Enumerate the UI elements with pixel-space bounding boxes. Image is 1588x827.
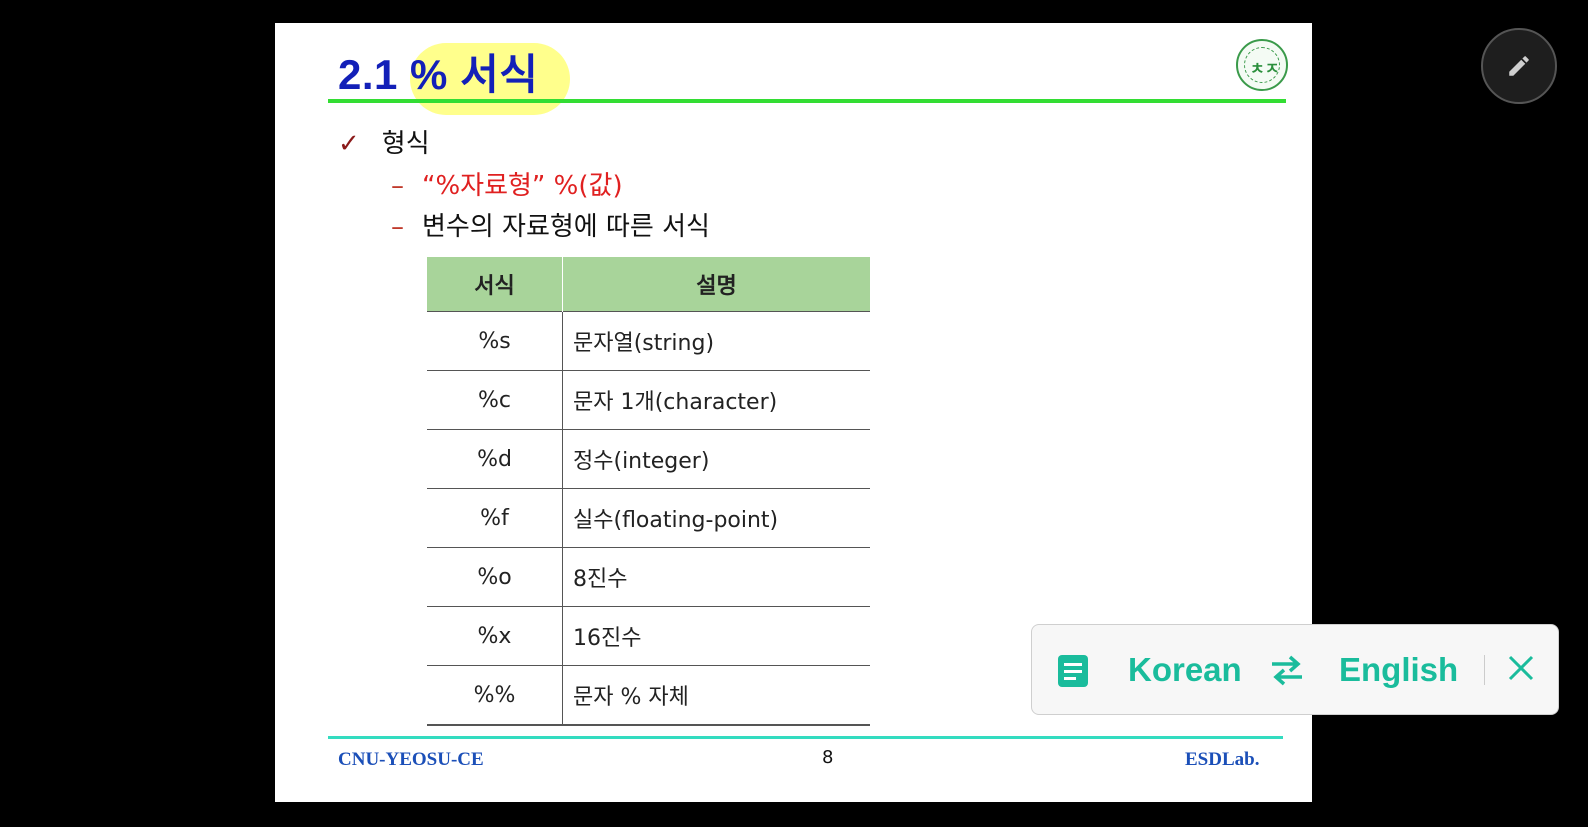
footer-rule (328, 736, 1283, 739)
description-cell: 8진수 (562, 547, 870, 607)
syntax-text: “%자료형” %(값) (422, 171, 623, 201)
description-cell: 문자열(string) (562, 311, 870, 371)
dash-bullet-icon: – (391, 212, 404, 242)
column-header-description: 설명 (562, 257, 870, 312)
format-cell: %% (427, 665, 563, 726)
description-cell: 16진수 (562, 606, 870, 666)
translate-document-icon[interactable] (1056, 653, 1090, 694)
description-cell: 문자 1개(character) (562, 370, 870, 430)
column-header-format: 서식 (427, 257, 563, 312)
bullet-format: ✓ 형식 (338, 123, 430, 160)
sub-item-description: – 변수의 자료형에 따른 서식 (391, 206, 710, 243)
university-logo: ㅊㅈ (1236, 39, 1288, 91)
pen-annotation-button[interactable] (1481, 28, 1557, 104)
table-row: %d 정수(integer) (427, 429, 870, 489)
description-cell: 문자 % 자체 (562, 665, 870, 726)
format-cell: %o (427, 547, 563, 607)
source-language-button[interactable]: Korean (1128, 651, 1242, 689)
translate-bar: Korean English (1031, 624, 1559, 715)
description-cell: 실수(floating-point) (562, 488, 870, 548)
bullet-label: 형식 (381, 129, 430, 159)
table-header-row: 서식 설명 (427, 257, 870, 312)
table-row: %c 문자 1개(character) (427, 370, 870, 430)
table-row: %o 8진수 (427, 547, 870, 607)
table-row: %x 16진수 (427, 606, 870, 666)
description-text: 변수의 자료형에 따른 서식 (422, 212, 710, 242)
toolbar-divider (1484, 655, 1485, 685)
logo-mark: ㅊㅈ (1250, 61, 1280, 78)
table-row: %% 문자 % 자체 (427, 665, 870, 726)
table-row: %s 문자열(string) (427, 311, 870, 371)
format-cell: %f (427, 488, 563, 548)
format-cell: %d (427, 429, 563, 489)
pencil-icon (1509, 56, 1529, 76)
description-cell: 정수(integer) (562, 429, 870, 489)
footer-left-text: CNU-YEOSU-CE (338, 749, 484, 770)
slide-title: 2.1 % 서식 (338, 51, 539, 98)
format-cell: %s (427, 311, 563, 371)
format-cell: %c (427, 370, 563, 430)
footer-right-text: ESDLab. (1185, 749, 1260, 770)
dash-bullet-icon: – (391, 171, 404, 201)
checkmark-icon: ✓ (338, 129, 360, 159)
close-icon[interactable] (1506, 653, 1536, 688)
format-table: 서식 설명 %s 문자열(string) %c 문자 1개(character)… (427, 257, 870, 726)
format-cell: %x (427, 606, 563, 666)
target-language-button[interactable]: English (1339, 651, 1458, 689)
sub-item-syntax: – “%자료형” %(값) (391, 165, 623, 202)
table-row: %f 실수(floating-point) (427, 488, 870, 548)
title-underline (328, 99, 1286, 103)
swap-languages-icon[interactable] (1268, 653, 1306, 692)
page-number: 8 (822, 747, 834, 768)
